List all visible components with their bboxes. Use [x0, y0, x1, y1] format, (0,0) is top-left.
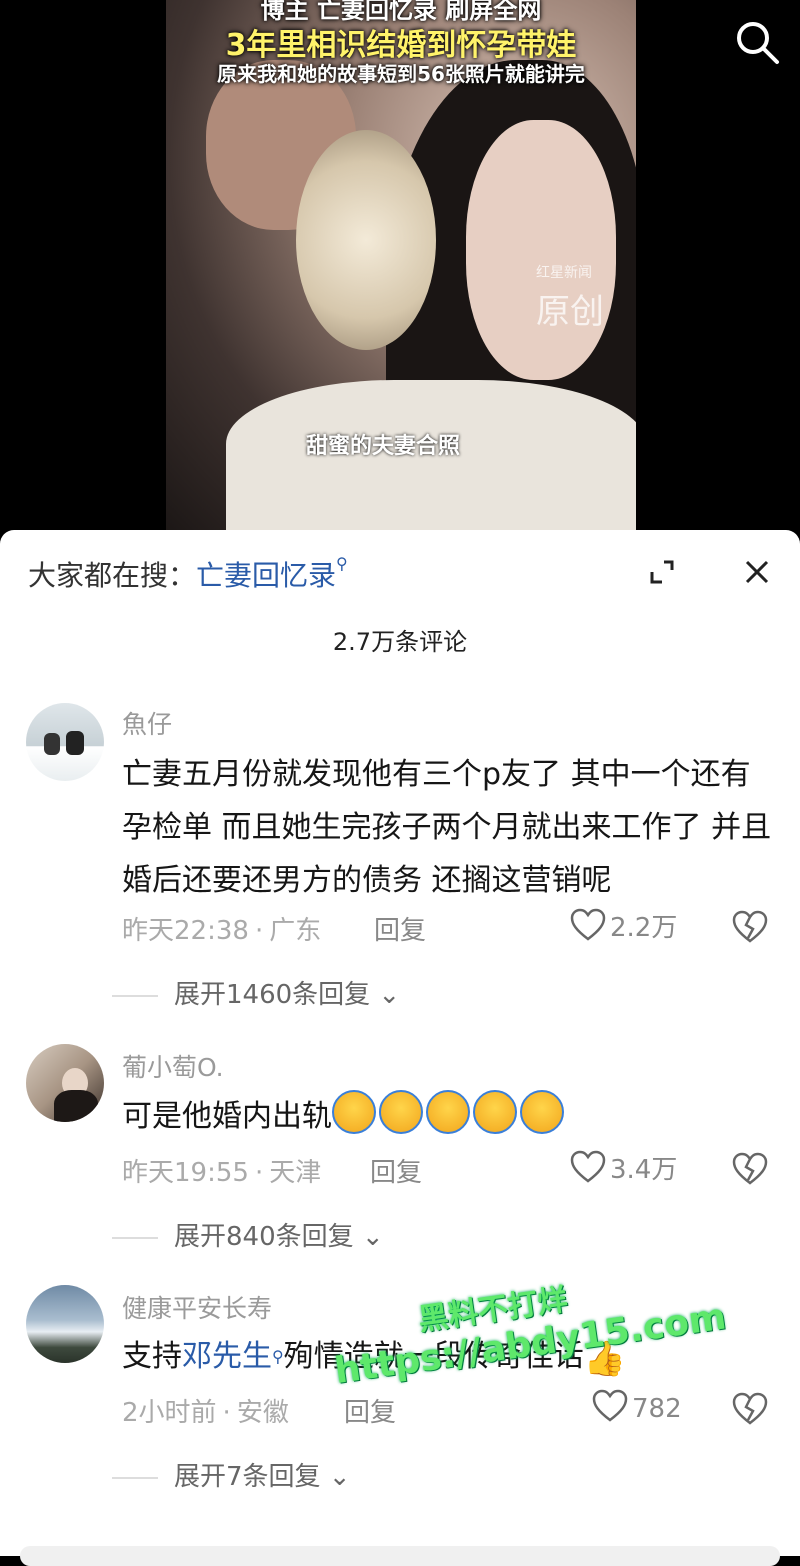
expand-replies[interactable]: 展开1460条回复 ⌄	[112, 974, 400, 1011]
dislike-button[interactable]	[732, 910, 768, 946]
search-small-icon: ⚲	[272, 1347, 284, 1366]
comment-count: 2.7万条评论	[332, 628, 468, 656]
thumbs-up-icon: 👍	[583, 1339, 627, 1379]
comment-author[interactable]: 健康平安长寿	[122, 1289, 272, 1325]
comment-location: 天津	[269, 1158, 322, 1188]
watermark-big: 原创	[536, 292, 604, 332]
dislike-button[interactable]	[732, 1392, 768, 1428]
comment-author[interactable]: 葡小萄O.	[122, 1048, 224, 1084]
watermark-small: 红星新闻	[536, 265, 592, 281]
like-count: 782	[632, 1394, 682, 1424]
chevron-down-icon: ⌄	[370, 980, 401, 1010]
comment-text: 亡妻五月份就发现他有三个p友了 其中一个还有孕检单 而且她生完孩子两个月就出来工…	[122, 757, 772, 898]
broken-heart-icon	[732, 1392, 768, 1425]
like-button[interactable]: 782	[592, 1389, 682, 1424]
crying-emoji-icon	[379, 1090, 423, 1134]
reply-button[interactable]: 回复	[374, 910, 426, 947]
expand-replies-label: 展开7条回复	[174, 1462, 321, 1492]
chevron-down-icon: ⌄	[320, 1462, 351, 1492]
heart-icon	[570, 908, 606, 941]
comment-time: 昨天19:55	[122, 1158, 249, 1188]
comment-sheet: 大家都在搜：亡妻回忆录⚲ 2.7万条评论 魚仔 亡妻五月份就发现他有三个p友了 …	[0, 530, 800, 1566]
expand-replies[interactable]: 展开7条回复 ⌄	[112, 1456, 351, 1493]
video-title-line2: 原来我和她的故事短到56张照片就能讲完	[217, 62, 585, 86]
video-player[interactable]: 博主 亡妻回忆录 刷屏全网 3年里相识结婚到怀孕带娃 原来我和她的故事短到56张…	[0, 0, 800, 530]
crying-emoji-icon	[332, 1090, 376, 1134]
reply-button[interactable]: 回复	[344, 1392, 396, 1429]
heart-icon	[570, 1150, 606, 1183]
divider-line	[112, 1476, 158, 1479]
broken-heart-icon	[732, 910, 768, 943]
broken-heart-icon	[732, 1152, 768, 1185]
comment-meta: 昨天19:55 · 天津	[122, 1152, 321, 1189]
dislike-button[interactable]	[732, 1152, 768, 1188]
meta-separator: ·	[254, 916, 264, 946]
trending-search[interactable]: 大家都在搜：亡妻回忆录⚲	[28, 554, 348, 594]
comment-location: 安徽	[236, 1398, 289, 1428]
comment-input-bar[interactable]	[20, 1546, 780, 1566]
photo-woman-face	[466, 120, 616, 380]
like-button[interactable]: 3.4万	[570, 1149, 677, 1186]
comment-author[interactable]: 魚仔	[122, 705, 172, 741]
crying-emoji-icon	[473, 1090, 517, 1134]
meta-separator: ·	[222, 1398, 231, 1428]
expand-replies[interactable]: 展开840条回复 ⌄	[112, 1216, 384, 1253]
trending-keyword[interactable]: 亡妻回忆录	[196, 559, 336, 592]
avatar[interactable]	[26, 1044, 104, 1122]
search-icon	[737, 22, 779, 64]
expand-icon	[650, 560, 674, 584]
comment-time: 2小时前	[122, 1398, 217, 1428]
comment-time: 昨天22:38	[122, 916, 249, 946]
like-count: 3.4万	[610, 1155, 678, 1185]
comment-text: 可是他婚内出轨	[122, 1090, 772, 1143]
avatar[interactable]	[26, 703, 104, 781]
reply-button[interactable]: 回复	[370, 1152, 422, 1189]
watermark: 红星新闻 原创	[536, 262, 604, 333]
expand-replies-label: 展开840条回复	[174, 1222, 354, 1252]
video-frame: 博主 亡妻回忆录 刷屏全网 3年里相识结婚到怀孕带娃 原来我和她的故事短到56张…	[166, 0, 636, 530]
mention-link[interactable]: 邓先生	[182, 1339, 272, 1374]
like-count: 2.2万	[610, 913, 678, 943]
chevron-down-icon: ⌄	[353, 1222, 384, 1252]
comment-text-b: 殉情造就一段传奇佳话	[283, 1339, 584, 1374]
meta-separator: ·	[254, 1158, 264, 1188]
heart-icon	[592, 1389, 628, 1422]
photo-fur-pompom	[296, 130, 436, 350]
video-caption: 甜蜜的夫妻合照	[306, 434, 461, 459]
search-small-icon: ⚲	[336, 554, 348, 573]
comment-location: 广东	[269, 916, 322, 946]
divider-line	[112, 1236, 158, 1239]
expand-button[interactable]	[642, 552, 682, 592]
close-icon	[745, 560, 769, 584]
avatar[interactable]	[26, 1285, 104, 1363]
comment-meta: 2小时前 · 安徽	[122, 1392, 289, 1429]
comment-text-a: 支持	[122, 1339, 182, 1374]
like-button[interactable]: 2.2万	[570, 907, 677, 944]
comment-meta: 昨天22:38 · 广东	[122, 910, 321, 947]
close-button[interactable]	[737, 552, 777, 592]
comment-text-body: 可是他婚内出轨	[122, 1099, 332, 1134]
comment-text: 支持邓先生⚲殉情造就一段传奇佳话👍	[122, 1330, 772, 1386]
trending-prefix: 大家都在搜：	[28, 559, 197, 592]
crying-emoji-icon	[520, 1090, 564, 1134]
crying-emoji-icon	[426, 1090, 470, 1134]
search-button[interactable]	[733, 18, 781, 66]
divider-line	[112, 994, 158, 997]
expand-replies-label: 展开1460条回复	[174, 980, 371, 1010]
